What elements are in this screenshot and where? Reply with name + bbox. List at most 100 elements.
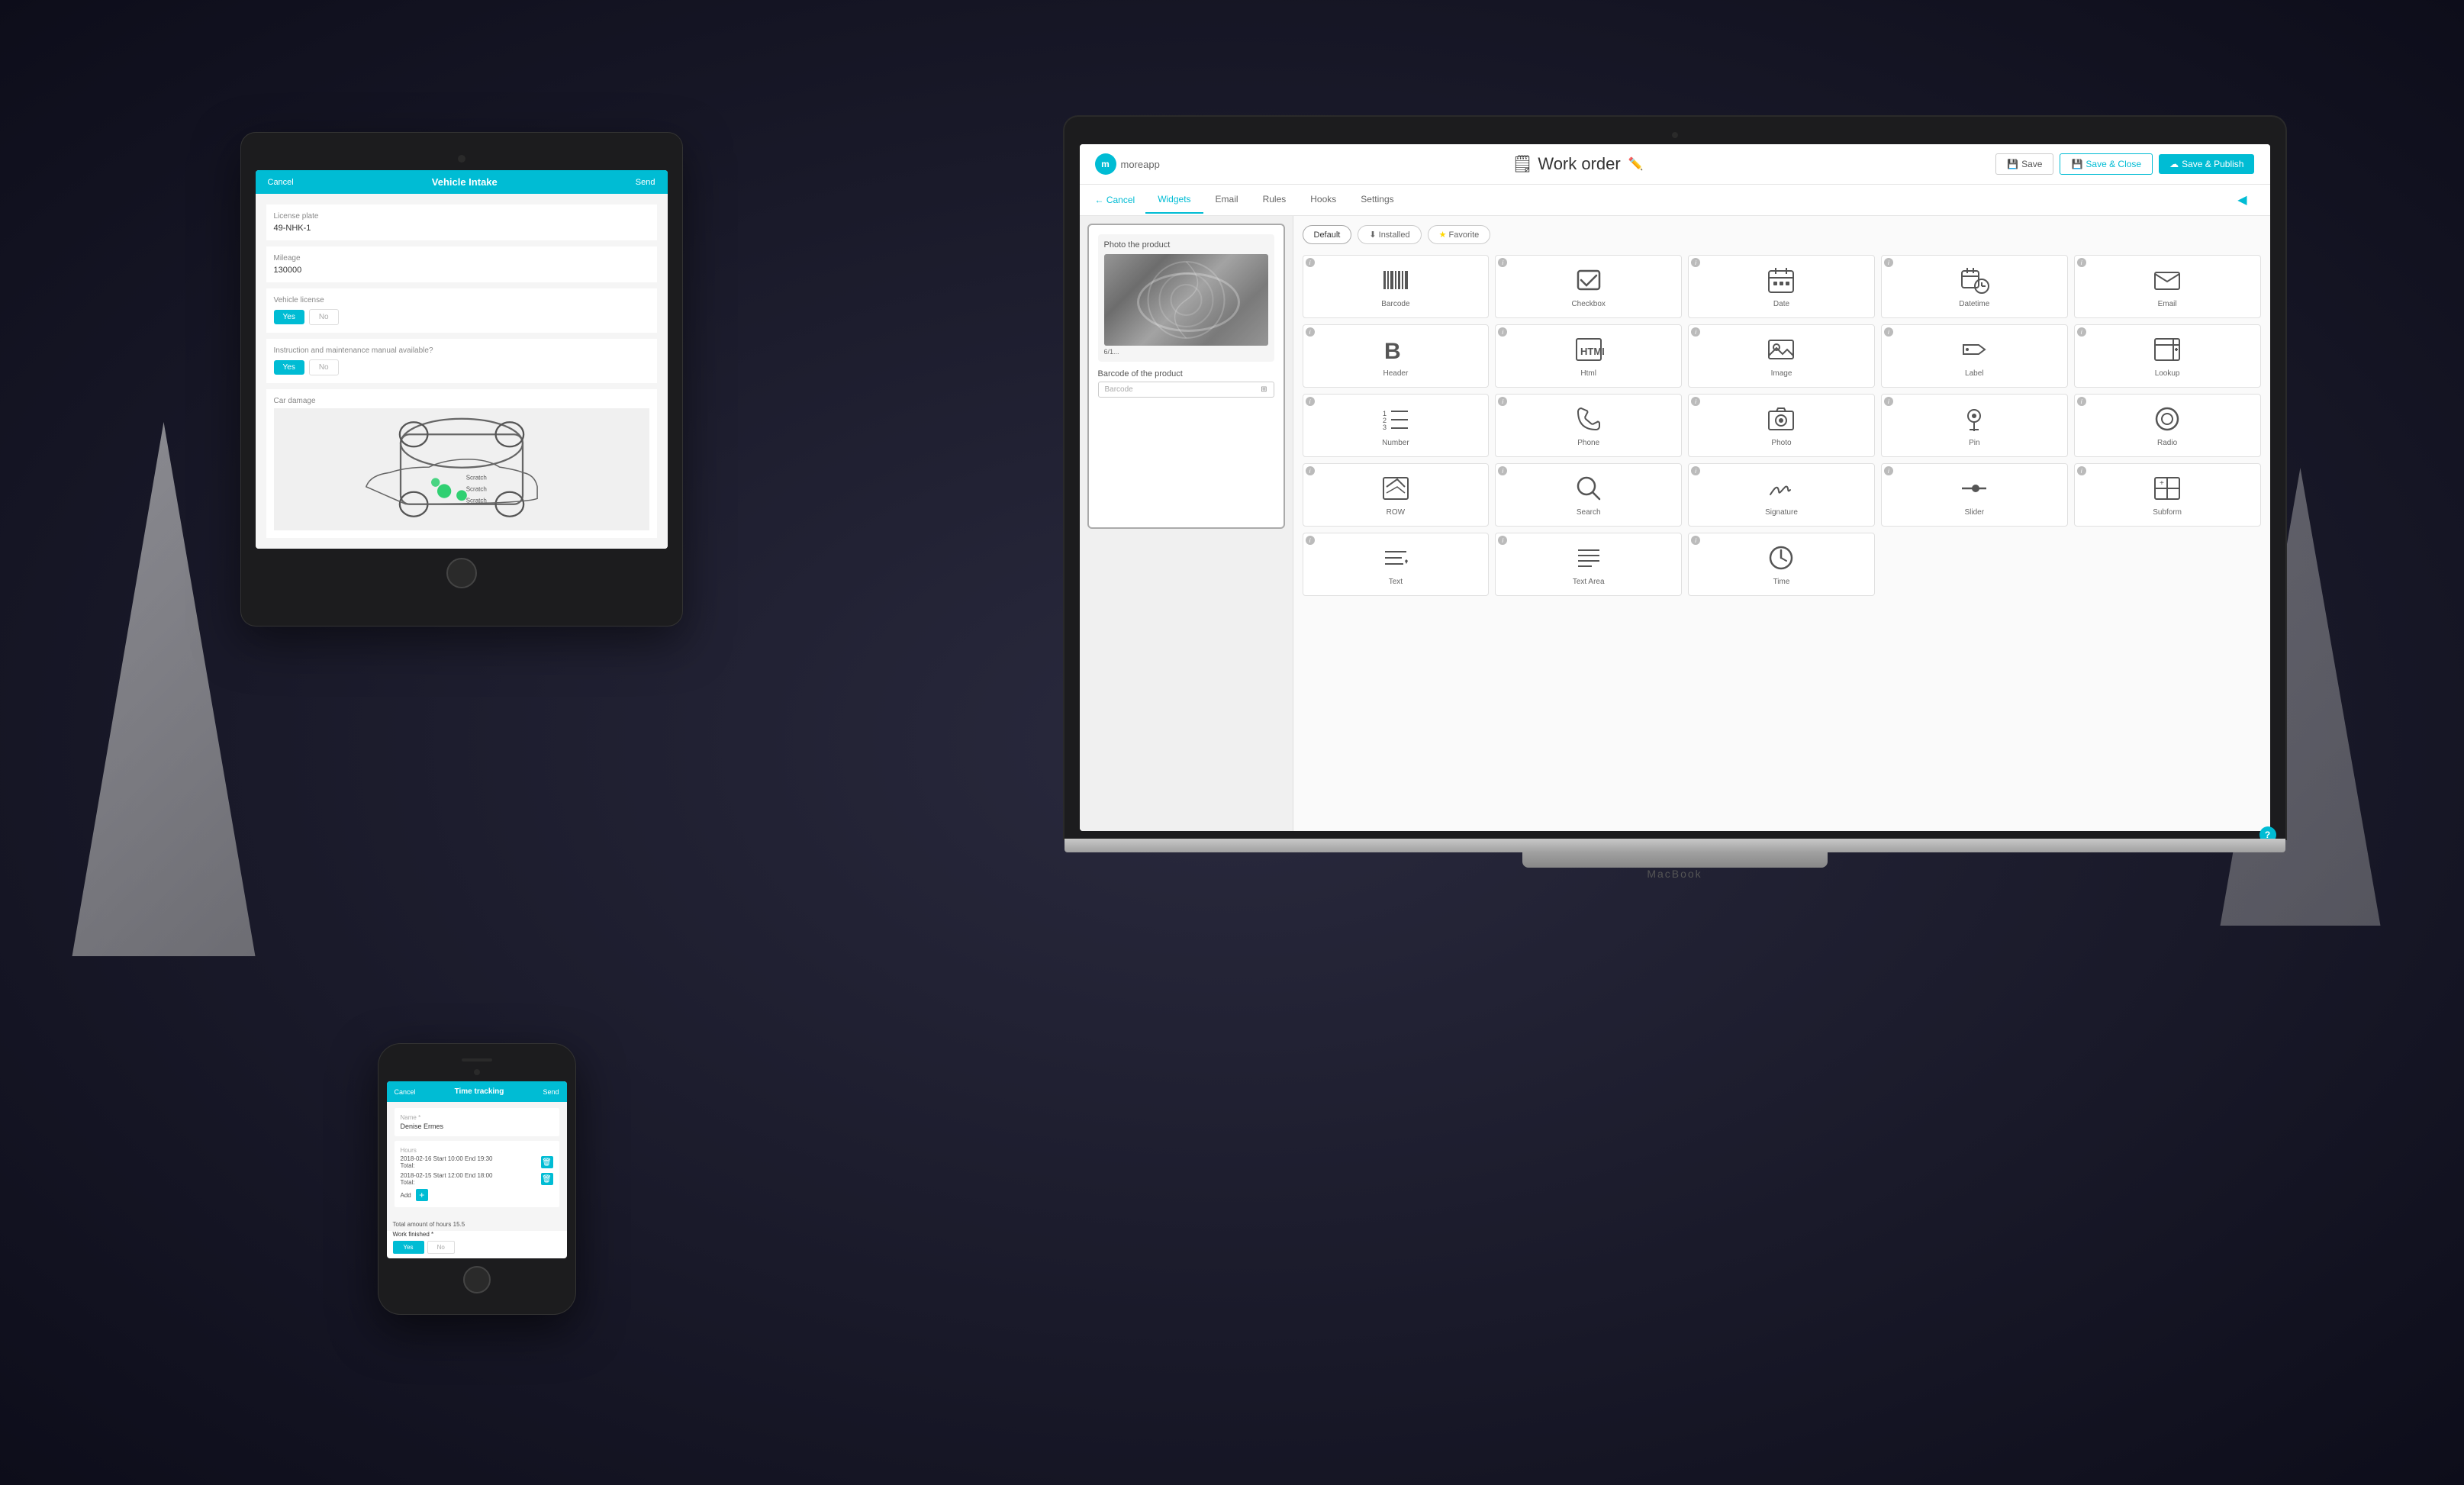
photo-section-title: Photo the product [1104,240,1268,250]
logo-icon: m [1095,153,1116,175]
widget-lookup[interactable]: i Lookup [2074,324,2261,388]
widget-html[interactable]: i HTML Html [1495,324,1682,388]
tablet-home-button[interactable] [446,558,477,588]
filter-favorite[interactable]: ★ Favorite [1428,225,1491,244]
widget-slider[interactable]: i Slider [1881,463,2068,527]
edit-icon[interactable]: ✏️ [1628,156,1644,172]
phone-total-row: Total amount of hours 15.5 [387,1218,567,1231]
phone-yes-button[interactable]: Yes [393,1241,424,1254]
phone-content: Name * Denise Ermes Hours 2018-02-16 Sta… [387,1102,567,1218]
tab-email[interactable]: Email [1203,186,1251,214]
tablet-mileage-value: 130000 [274,266,649,275]
filter-default[interactable]: Default [1303,225,1352,244]
widget-pin[interactable]: i Pin [1881,394,2068,457]
tablet-yes-button[interactable]: Yes [274,310,304,324]
time-widget-label: Time [1773,578,1790,586]
datetime-widget-label: Datetime [1959,300,1989,308]
phone-camera [474,1069,480,1075]
publish-icon: ☁ [2169,159,2179,169]
phone-send-button[interactable]: Send [543,1088,559,1096]
widgets-grid: i Barcode i [1303,255,2261,596]
filter-installed[interactable]: ⬇ Installed [1358,225,1421,244]
tab-settings[interactable]: Settings [1348,186,1406,214]
widget-info-icon-18: i [1691,466,1700,475]
tablet-device: Cancel Vehicle Intake Send License plate… [240,132,683,627]
tablet-send-button[interactable]: Send [636,178,655,187]
widget-number[interactable]: i 1 2 3 [1303,394,1490,457]
phone-delete-button-1[interactable]: 🗑 [541,1156,553,1168]
widget-radio[interactable]: i Radio [2074,394,2261,457]
svg-text:HTML: HTML [1580,346,1604,357]
save-close-button[interactable]: 💾 Save & Close [2060,153,2153,175]
tablet-manual-no[interactable]: No [309,359,339,375]
phone-home-button[interactable] [463,1266,491,1293]
widget-photo[interactable]: i Photo [1688,394,1875,457]
photo-caption: 6/1... [1104,348,1268,356]
widget-info-icon-13: i [1691,397,1700,406]
phone-hours-section: Hours 2018-02-16 Start 10:00 End 19:30 T… [395,1141,559,1207]
widget-date[interactable]: i Date [1688,255,1875,318]
widget-textarea[interactable]: i Text Area [1495,533,1682,596]
number-widget-icon: 1 2 3 [1380,404,1411,434]
widget-signature[interactable]: i Signature [1688,463,1875,527]
image-widget-icon [1766,334,1796,365]
label-widget-icon [1959,334,1989,365]
app-body: Photo the product [1080,216,2270,831]
svg-text:B: B [1384,339,1401,364]
widget-header[interactable]: i B Header [1303,324,1490,388]
phone-no-button[interactable]: No [427,1241,455,1254]
widget-info-icon-15: i [2077,397,2086,406]
phone-delete-button-2[interactable]: 🗑 [541,1173,553,1185]
nav-cancel-button[interactable]: ← Cancel [1095,187,1146,213]
app-ui: m moreapp 🗒 Work order ✏️ 💾 Save [1080,144,2270,831]
installed-icon: ⬇ [1369,230,1376,240]
phone-work-toggle: Yes No [387,1241,567,1258]
widgets-filter: Default ⬇ Installed ★ Favorite [1303,225,2261,244]
widget-email[interactable]: i Email [2074,255,2261,318]
widget-image[interactable]: i Image [1688,324,1875,388]
widget-text[interactable]: i Text [1303,533,1490,596]
widget-info-icon-22: i [1498,536,1507,545]
barcode-input[interactable]: Barcode ⊞ [1098,382,1274,398]
tablet-damage-label: Car damage [274,397,649,405]
radio-widget-icon [2152,404,2182,434]
widget-row[interactable]: i ROW [1303,463,1490,527]
textarea-widget-label: Text Area [1573,578,1605,586]
save-button[interactable]: 💾 Save [1995,153,2053,175]
svg-text:3: 3 [1383,424,1387,431]
widget-subform[interactable]: i + Subform [2074,463,2261,527]
phone-hours-label: Hours [401,1147,553,1154]
phone-widget-icon [1573,404,1604,434]
widget-datetime[interactable]: i Datetime [1881,255,2068,318]
slider-widget-label: Slider [1965,508,1985,517]
widget-info-icon-23: i [1691,536,1700,545]
widget-phone[interactable]: i Phone [1495,394,1682,457]
tab-widgets[interactable]: Widgets [1145,186,1203,214]
nav-arrow[interactable]: ◀ [2230,185,2254,215]
save-publish-button[interactable]: ☁ Save & Publish [2159,154,2254,174]
save-icon: 💾 [2007,159,2018,169]
app-header: m moreapp 🗒 Work order ✏️ 💾 Save [1080,144,2270,185]
star-icon: ★ [1439,230,1447,240]
tab-hooks[interactable]: Hooks [1298,186,1348,214]
tablet-no-button[interactable]: No [309,309,339,325]
tablet-manual-box: Instruction and maintenance manual avail… [266,339,657,383]
photo-placeholder [1104,254,1268,346]
phone-cancel-button[interactable]: Cancel [395,1088,416,1096]
widget-label[interactable]: i Label [1881,324,2068,388]
widget-time[interactable]: i Time [1688,533,1875,596]
checkbox-widget-label: Checkbox [1571,300,1605,308]
phone-hour-text-2: 2018-02-15 Start 12:00 End 18:00 [401,1172,493,1179]
phone-add-button[interactable]: + [416,1189,428,1201]
barcode-widget-label: Barcode [1381,300,1409,308]
signature-widget-icon [1766,473,1796,504]
tablet-cancel-button[interactable]: Cancel [268,178,294,187]
html-widget-label: Html [1580,369,1596,378]
help-button[interactable]: ? [2259,826,2270,831]
tablet-manual-yes[interactable]: Yes [274,360,304,375]
widget-info-icon: i [1306,258,1315,267]
tab-rules[interactable]: Rules [1251,186,1299,214]
widget-search[interactable]: i Search [1495,463,1682,527]
widget-checkbox[interactable]: i Checkbox [1495,255,1682,318]
widget-barcode[interactable]: i Barcode [1303,255,1490,318]
